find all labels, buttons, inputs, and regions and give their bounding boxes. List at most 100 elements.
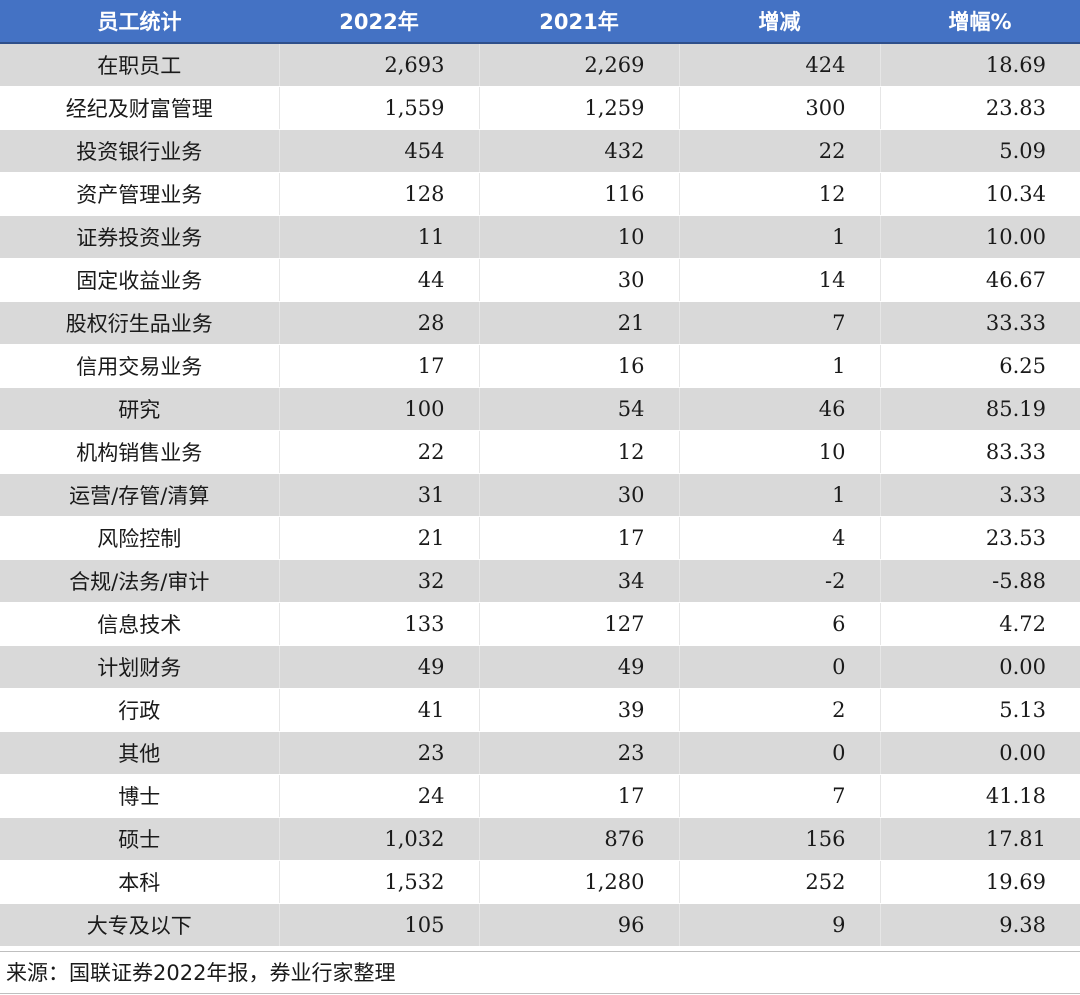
cell-value-2021: 17 xyxy=(479,516,680,560)
cell-value-2022: 41 xyxy=(279,688,480,732)
cell-value-2021: 876 xyxy=(479,817,680,861)
cell-value-2022: 28 xyxy=(279,301,480,345)
cell-growth-pct: 85.19 xyxy=(880,387,1080,431)
cell-change: 46 xyxy=(679,387,881,431)
cell-value-2021: 21 xyxy=(479,301,680,345)
table-row: 计划财务 49 49 0 0.00 xyxy=(0,645,1080,689)
cell-change: 4 xyxy=(679,516,881,560)
table-row: 其他 23 23 0 0.00 xyxy=(0,731,1080,775)
cell-change: 252 xyxy=(679,860,881,904)
cell-growth-pct: 5.13 xyxy=(880,688,1080,732)
cell-category: 本科 xyxy=(0,860,280,904)
table-header-row: 员工统计 2022年 2021年 增减 增幅% xyxy=(0,0,1080,44)
table-row: 运营/存管/清算 31 30 1 3.33 xyxy=(0,473,1080,517)
cell-growth-pct: 10.00 xyxy=(880,215,1080,259)
table-row: 机构销售业务 22 12 10 83.33 xyxy=(0,430,1080,474)
cell-growth-pct: 10.34 xyxy=(880,172,1080,216)
cell-category: 证券投资业务 xyxy=(0,215,280,259)
cell-change: 1 xyxy=(679,215,881,259)
cell-value-2022: 21 xyxy=(279,516,480,560)
staff-statistics-table: 员工统计 2022年 2021年 增减 增幅% 在职员工 2,693 2,269 42… xyxy=(0,0,1080,947)
cell-change: 14 xyxy=(679,258,881,302)
cell-category: 资产管理业务 xyxy=(0,172,280,216)
cell-change: 10 xyxy=(679,430,881,474)
cell-value-2021: 54 xyxy=(479,387,680,431)
cell-change: 424 xyxy=(679,43,881,87)
cell-change: 12 xyxy=(679,172,881,216)
cell-growth-pct: -5.88 xyxy=(880,559,1080,603)
cell-change: 300 xyxy=(679,86,881,130)
cell-growth-pct: 0.00 xyxy=(880,731,1080,775)
cell-category: 合规/法务/审计 xyxy=(0,559,280,603)
cell-value-2022: 44 xyxy=(279,258,480,302)
cell-category: 大专及以下 xyxy=(0,903,280,947)
cell-change: 0 xyxy=(679,731,881,775)
cell-change: 0 xyxy=(679,645,881,689)
table-row: 信用交易业务 17 16 1 6.25 xyxy=(0,344,1080,388)
table-row: 股权衍生品业务 28 21 7 33.33 xyxy=(0,301,1080,345)
cell-change: 1 xyxy=(679,473,881,517)
cell-growth-pct: 23.53 xyxy=(880,516,1080,560)
cell-value-2021: 16 xyxy=(479,344,680,388)
header-cell-2022: 2022年 xyxy=(279,0,479,44)
cell-value-2022: 454 xyxy=(279,129,480,173)
cell-value-2022: 1,532 xyxy=(279,860,480,904)
cell-value-2021: 30 xyxy=(479,258,680,302)
cell-category: 其他 xyxy=(0,731,280,775)
cell-value-2022: 17 xyxy=(279,344,480,388)
cell-value-2021: 12 xyxy=(479,430,680,474)
cell-category: 信用交易业务 xyxy=(0,344,280,388)
cell-value-2022: 32 xyxy=(279,559,480,603)
cell-change: 7 xyxy=(679,301,881,345)
cell-growth-pct: 4.72 xyxy=(880,602,1080,646)
header-cell-growth-pct: 增幅% xyxy=(880,0,1080,44)
cell-value-2022: 24 xyxy=(279,774,480,818)
table-row: 证券投资业务 11 10 1 10.00 xyxy=(0,215,1080,259)
cell-change: 22 xyxy=(679,129,881,173)
cell-value-2022: 22 xyxy=(279,430,480,474)
table-row: 博士 24 17 7 41.18 xyxy=(0,774,1080,818)
cell-value-2021: 432 xyxy=(479,129,680,173)
cell-category: 在职员工 xyxy=(0,43,280,87)
cell-category: 信息技术 xyxy=(0,602,280,646)
table-row: 风险控制 21 17 4 23.53 xyxy=(0,516,1080,560)
cell-value-2021: 39 xyxy=(479,688,680,732)
cell-category: 研究 xyxy=(0,387,280,431)
table-row: 硕士 1,032 876 156 17.81 xyxy=(0,817,1080,861)
cell-value-2021: 1,280 xyxy=(479,860,680,904)
cell-change: 7 xyxy=(679,774,881,818)
cell-value-2021: 116 xyxy=(479,172,680,216)
cell-category: 风险控制 xyxy=(0,516,280,560)
cell-value-2022: 128 xyxy=(279,172,480,216)
cell-value-2021: 23 xyxy=(479,731,680,775)
cell-category: 行政 xyxy=(0,688,280,732)
cell-growth-pct: 9.38 xyxy=(880,903,1080,947)
table-row: 研究 100 54 46 85.19 xyxy=(0,387,1080,431)
cell-category: 机构销售业务 xyxy=(0,430,280,474)
cell-category: 硕士 xyxy=(0,817,280,861)
cell-value-2021: 10 xyxy=(479,215,680,259)
cell-growth-pct: 19.69 xyxy=(880,860,1080,904)
cell-value-2021: 49 xyxy=(479,645,680,689)
table-row: 固定收益业务 44 30 14 46.67 xyxy=(0,258,1080,302)
table-row: 本科 1,532 1,280 252 19.69 xyxy=(0,860,1080,904)
cell-category: 计划财务 xyxy=(0,645,280,689)
header-cell-category: 员工统计 xyxy=(0,0,279,44)
cell-value-2022: 1,559 xyxy=(279,86,480,130)
cell-category: 固定收益业务 xyxy=(0,258,280,302)
table-row: 投资银行业务 454 432 22 5.09 xyxy=(0,129,1080,173)
cell-growth-pct: 33.33 xyxy=(880,301,1080,345)
cell-value-2022: 49 xyxy=(279,645,480,689)
cell-value-2021: 17 xyxy=(479,774,680,818)
cell-change: 6 xyxy=(679,602,881,646)
table-row: 合规/法务/审计 32 34 -2 -5.88 xyxy=(0,559,1080,603)
cell-growth-pct: 46.67 xyxy=(880,258,1080,302)
cell-value-2021: 1,259 xyxy=(479,86,680,130)
cell-category: 运营/存管/清算 xyxy=(0,473,280,517)
header-cell-change: 增减 xyxy=(679,0,880,44)
cell-category: 博士 xyxy=(0,774,280,818)
cell-growth-pct: 0.00 xyxy=(880,645,1080,689)
cell-change: 1 xyxy=(679,344,881,388)
table-row: 经纪及财富管理 1,559 1,259 300 23.83 xyxy=(0,86,1080,130)
cell-value-2022: 23 xyxy=(279,731,480,775)
